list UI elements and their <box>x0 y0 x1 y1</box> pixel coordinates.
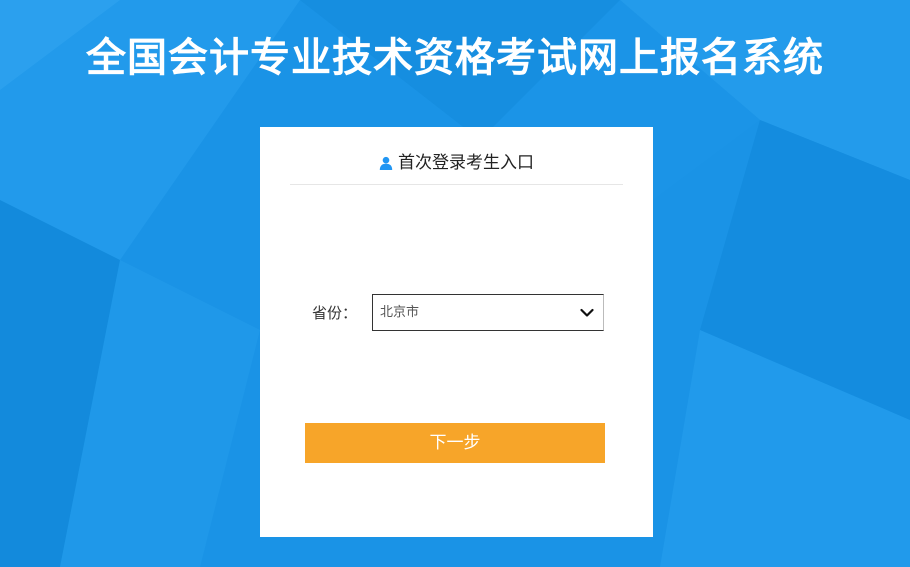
province-selected-value: 北京市 <box>380 305 420 320</box>
province-label: 省份： <box>312 304 358 322</box>
card-title: 首次登录考生入口 <box>398 153 534 173</box>
card-header: 首次登录考生入口 <box>290 145 623 185</box>
chevron-down-icon <box>580 308 594 317</box>
login-card: 首次登录考生入口 省份： 北京市 下一步 <box>260 127 653 537</box>
next-button[interactable]: 下一步 <box>305 423 605 463</box>
page-title: 全国会计专业技术资格考试网上报名系统 <box>86 35 824 81</box>
user-icon <box>379 156 393 170</box>
province-select[interactable]: 北京市 <box>372 294 604 331</box>
